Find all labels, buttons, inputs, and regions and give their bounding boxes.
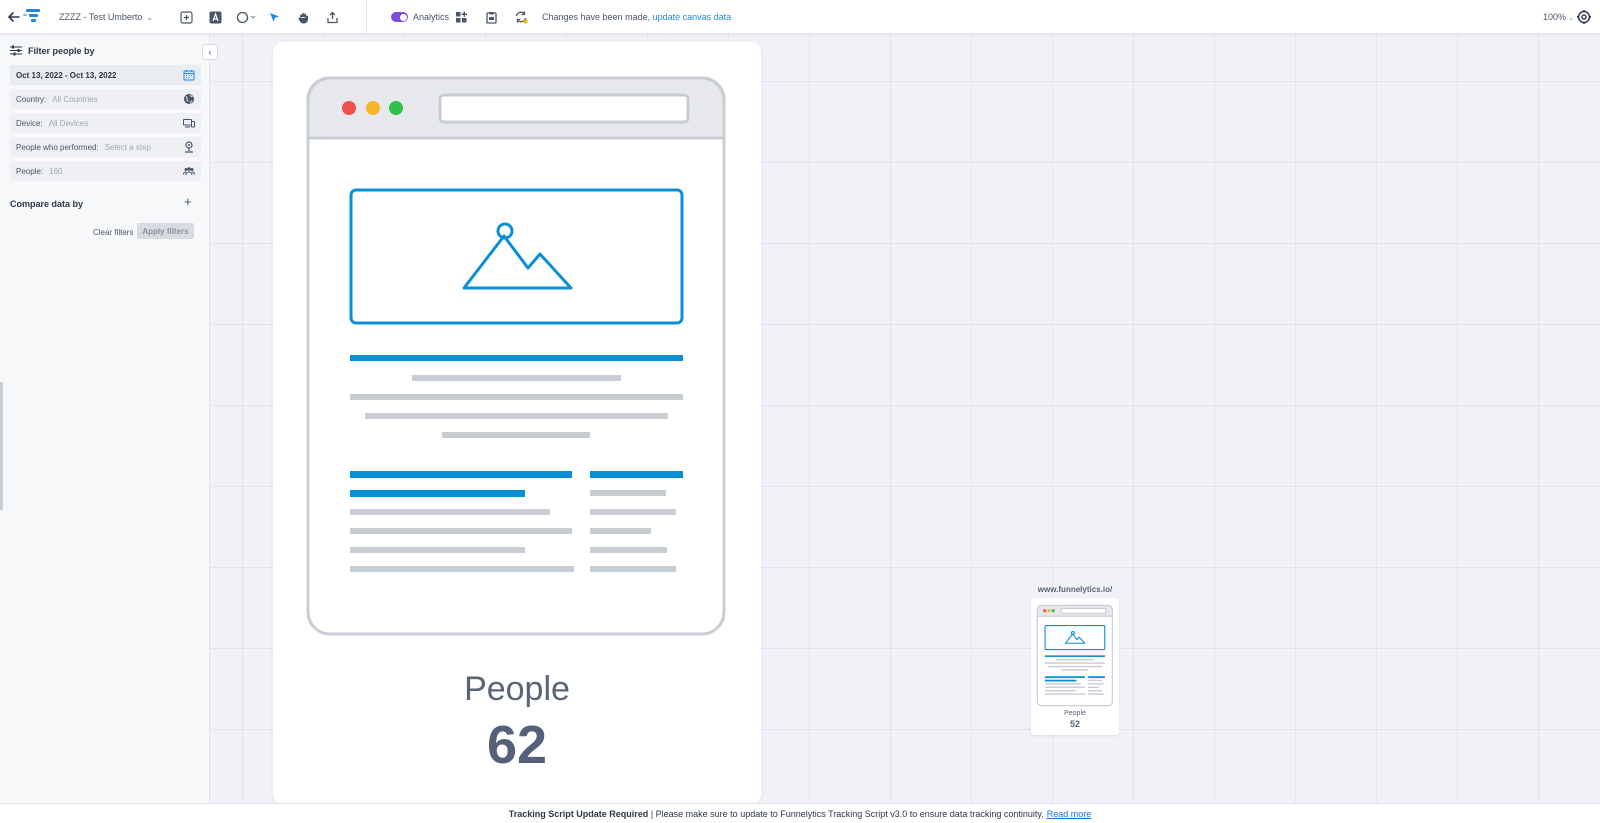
window-close-dot — [342, 101, 356, 115]
compare-title: Compare data by — [10, 199, 84, 209]
zoom-selector[interactable]: 100% ⌄ — [1543, 12, 1574, 22]
window-maximize-dot — [389, 101, 403, 115]
globe-icon — [184, 94, 194, 104]
window-minimize-dot — [366, 101, 380, 115]
banner-title: Tracking Script Update Required — [508, 808, 649, 819]
device-filter-label: Device: — [16, 118, 43, 128]
pointer-icon — [269, 12, 279, 22]
pan-tool-button[interactable] — [294, 8, 312, 26]
export-button[interactable] — [323, 8, 341, 26]
add-element-button[interactable] — [177, 8, 195, 26]
node-people-label: People — [464, 670, 570, 708]
country-filter-label: Country: — [16, 94, 47, 104]
select-tool-button[interactable] — [265, 8, 283, 26]
filter-sidebar: Filter people by Oct 13, 2022 - Oct 13, … — [0, 34, 210, 804]
sliders-icon — [10, 45, 22, 56]
circle-shape-icon — [236, 11, 256, 23]
chevron-down-icon: ⌄ — [1568, 15, 1575, 22]
webpage-thumbnail-illustration — [1036, 604, 1113, 707]
refresh-data-button[interactable] — [512, 8, 530, 26]
country-filter-value: All Countries — [52, 94, 98, 104]
add-box-icon — [179, 10, 193, 24]
funnelytics-logo-icon[interactable] — [22, 6, 42, 26]
small-node-people-label: People — [1064, 710, 1086, 717]
performed-step-label: People who performed: — [16, 142, 99, 152]
tracking-script-banner: Tracking Script Update Required | Please… — [0, 803, 1600, 823]
widgets-icon — [455, 11, 467, 22]
text-tool-button[interactable] — [206, 8, 224, 26]
filter-title: Filter people by — [28, 45, 95, 56]
small-page-node-card[interactable]: People 52 — [1031, 598, 1119, 735]
people-group-icon — [183, 167, 195, 176]
read-more-link[interactable]: Read more — [1047, 809, 1092, 819]
small-node-people-count: 52 — [1069, 719, 1080, 729]
device-filter-value: All Devices — [48, 118, 89, 128]
zoom-level: 100% — [1543, 12, 1567, 22]
toolbar-divider — [366, 0, 367, 34]
analytics-toggle[interactable] — [391, 12, 408, 22]
calendar-icon — [183, 70, 195, 81]
date-range-picker[interactable]: Oct 13, 2022 - Oct 13, 2022 — [10, 65, 201, 85]
text-tool-icon — [209, 11, 221, 23]
chevron-down-icon: ⌄ — [146, 12, 154, 22]
banner-message: | Please make sure to update to Funnelyt… — [650, 808, 1044, 819]
performed-step-filter[interactable]: People who performed: Select a step — [10, 137, 201, 157]
collapse-sidebar-button[interactable]: ‹ — [202, 44, 218, 60]
update-canvas-data-link[interactable]: update canvas data — [653, 12, 732, 22]
location-pin-icon — [185, 141, 193, 153]
changes-text: Changes have been made, — [542, 12, 651, 22]
people-filter-value: 160 — [49, 166, 63, 176]
people-filter[interactable]: People: 160 — [10, 161, 201, 181]
hand-icon — [297, 12, 308, 23]
apply-filters-button[interactable]: Apply filters — [137, 223, 194, 239]
widgets-button[interactable] — [452, 8, 470, 26]
back-arrow-icon[interactable] — [6, 9, 22, 25]
refresh-icon — [515, 11, 528, 24]
performed-step-value: Select a step — [104, 142, 151, 152]
clear-filters-button[interactable]: Clear filters — [93, 228, 133, 237]
sidebar-resize-handle[interactable] — [0, 382, 3, 510]
date-range-value: Oct 13, 2022 - Oct 13, 2022 — [16, 70, 117, 80]
devices-icon — [183, 119, 195, 128]
webpage-illustration — [306, 76, 726, 636]
page-node-card[interactable]: People 62 — [273, 42, 761, 804]
small-node-url: www.funnelytics.io/ — [1037, 585, 1113, 594]
device-filter[interactable]: Device: All Devices — [10, 113, 201, 133]
clipboard-button[interactable] — [482, 8, 500, 26]
shape-tool-button[interactable] — [235, 8, 259, 26]
analytics-label: Analytics — [413, 12, 450, 22]
project-name: ZZZZ - Test Umberto — [59, 12, 143, 22]
clipboard-icon — [485, 11, 497, 24]
add-compare-icon[interactable]: + — [184, 194, 192, 209]
top-toolbar: ZZZZ - Test Umberto ⌄ Analytics Changes … — [0, 0, 1600, 34]
settings-gear-icon[interactable] — [1576, 9, 1592, 25]
changes-notice: Changes have been made, update canvas da… — [542, 12, 731, 22]
chevron-left-icon: ‹ — [208, 47, 212, 57]
country-filter[interactable]: Country: All Countries — [10, 89, 201, 109]
share-upload-icon — [326, 11, 338, 23]
project-selector[interactable]: ZZZZ - Test Umberto ⌄ — [59, 12, 153, 22]
node-people-count: 62 — [486, 715, 548, 775]
filter-header: Filter people by — [10, 45, 95, 56]
people-filter-label: People: — [16, 166, 44, 176]
